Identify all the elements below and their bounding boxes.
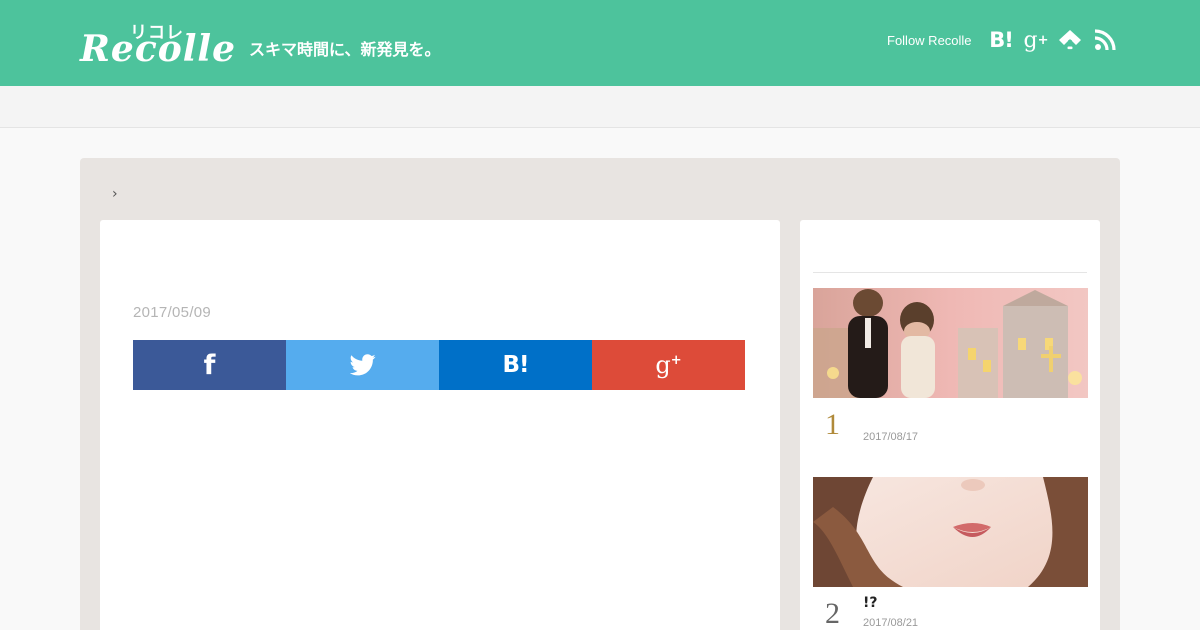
twitter-icon <box>349 354 376 376</box>
gplus-icon-text: g <box>1023 27 1038 53</box>
site-tagline: スキマ時間に、新発見を。 <box>249 40 441 59</box>
gplus-icon-sup: + <box>1037 32 1049 48</box>
content-wrapper: › 2017/05/09 f B! g+ 1 2017/08/17 2 !? 2… <box>80 158 1120 630</box>
ranking-date: 2017/08/17 <box>863 431 919 443</box>
thumb-art-2 <box>813 477 1088 587</box>
ranking-date: 2017/08/21 <box>863 617 919 629</box>
rss-glyph <box>1094 29 1116 51</box>
ranking-item[interactable]: 1 2017/08/17 <box>813 288 1088 443</box>
ranking-title: !? <box>863 595 878 611</box>
facebook-share-button[interactable]: f <box>133 340 286 390</box>
logo-wordmark: Recolle <box>80 28 237 70</box>
rank-number: 1 <box>825 408 840 441</box>
google-plus-share-icon: g+ <box>655 351 681 379</box>
twitter-share-button[interactable] <box>286 340 439 390</box>
facebook-icon: f <box>203 349 216 381</box>
follow-label: Follow Recolle <box>887 33 972 48</box>
wedding-figurines-image <box>813 288 1088 398</box>
feedly-icon[interactable] <box>1058 27 1082 53</box>
hatena-icon: B! <box>502 352 529 378</box>
google-plus-icon[interactable]: g + <box>1022 27 1050 53</box>
breadcrumb-chevron-icon: › <box>112 186 118 202</box>
site-logo[interactable]: リコレ Recolle <box>80 18 240 70</box>
thumb-art-1 <box>813 288 1088 398</box>
woman-lips-image <box>813 477 1088 587</box>
rank-number: 2 <box>825 597 840 630</box>
hatena-bookmark-icon[interactable]: B! <box>988 27 1014 53</box>
breadcrumb: › <box>112 186 118 202</box>
share-buttons: f B! g+ <box>133 340 745 390</box>
gplus-share-letter: g <box>655 351 671 379</box>
hatena-share-button[interactable]: B! <box>439 340 592 390</box>
global-nav-band <box>0 86 1200 128</box>
post-date: 2017/05/09 <box>133 304 212 321</box>
gplus-share-sup: + <box>670 353 682 368</box>
article-panel: 2017/05/09 f B! g+ <box>100 220 780 630</box>
ranking-item[interactable]: 2 !? 2017/08/21 <box>813 477 1088 630</box>
sidebar-ranking: 1 2017/08/17 2 !? 2017/08/21 <box>800 220 1100 630</box>
site-header: リコレ Recolle スキマ時間に、新発見を。 Follow Recolle … <box>0 0 1200 86</box>
feedly-glyph <box>1059 30 1081 50</box>
sidebar-divider <box>813 272 1087 273</box>
rss-icon[interactable] <box>1093 27 1117 53</box>
google-plus-share-button[interactable]: g+ <box>592 340 745 390</box>
hatena-icon-text: B! <box>989 28 1014 52</box>
